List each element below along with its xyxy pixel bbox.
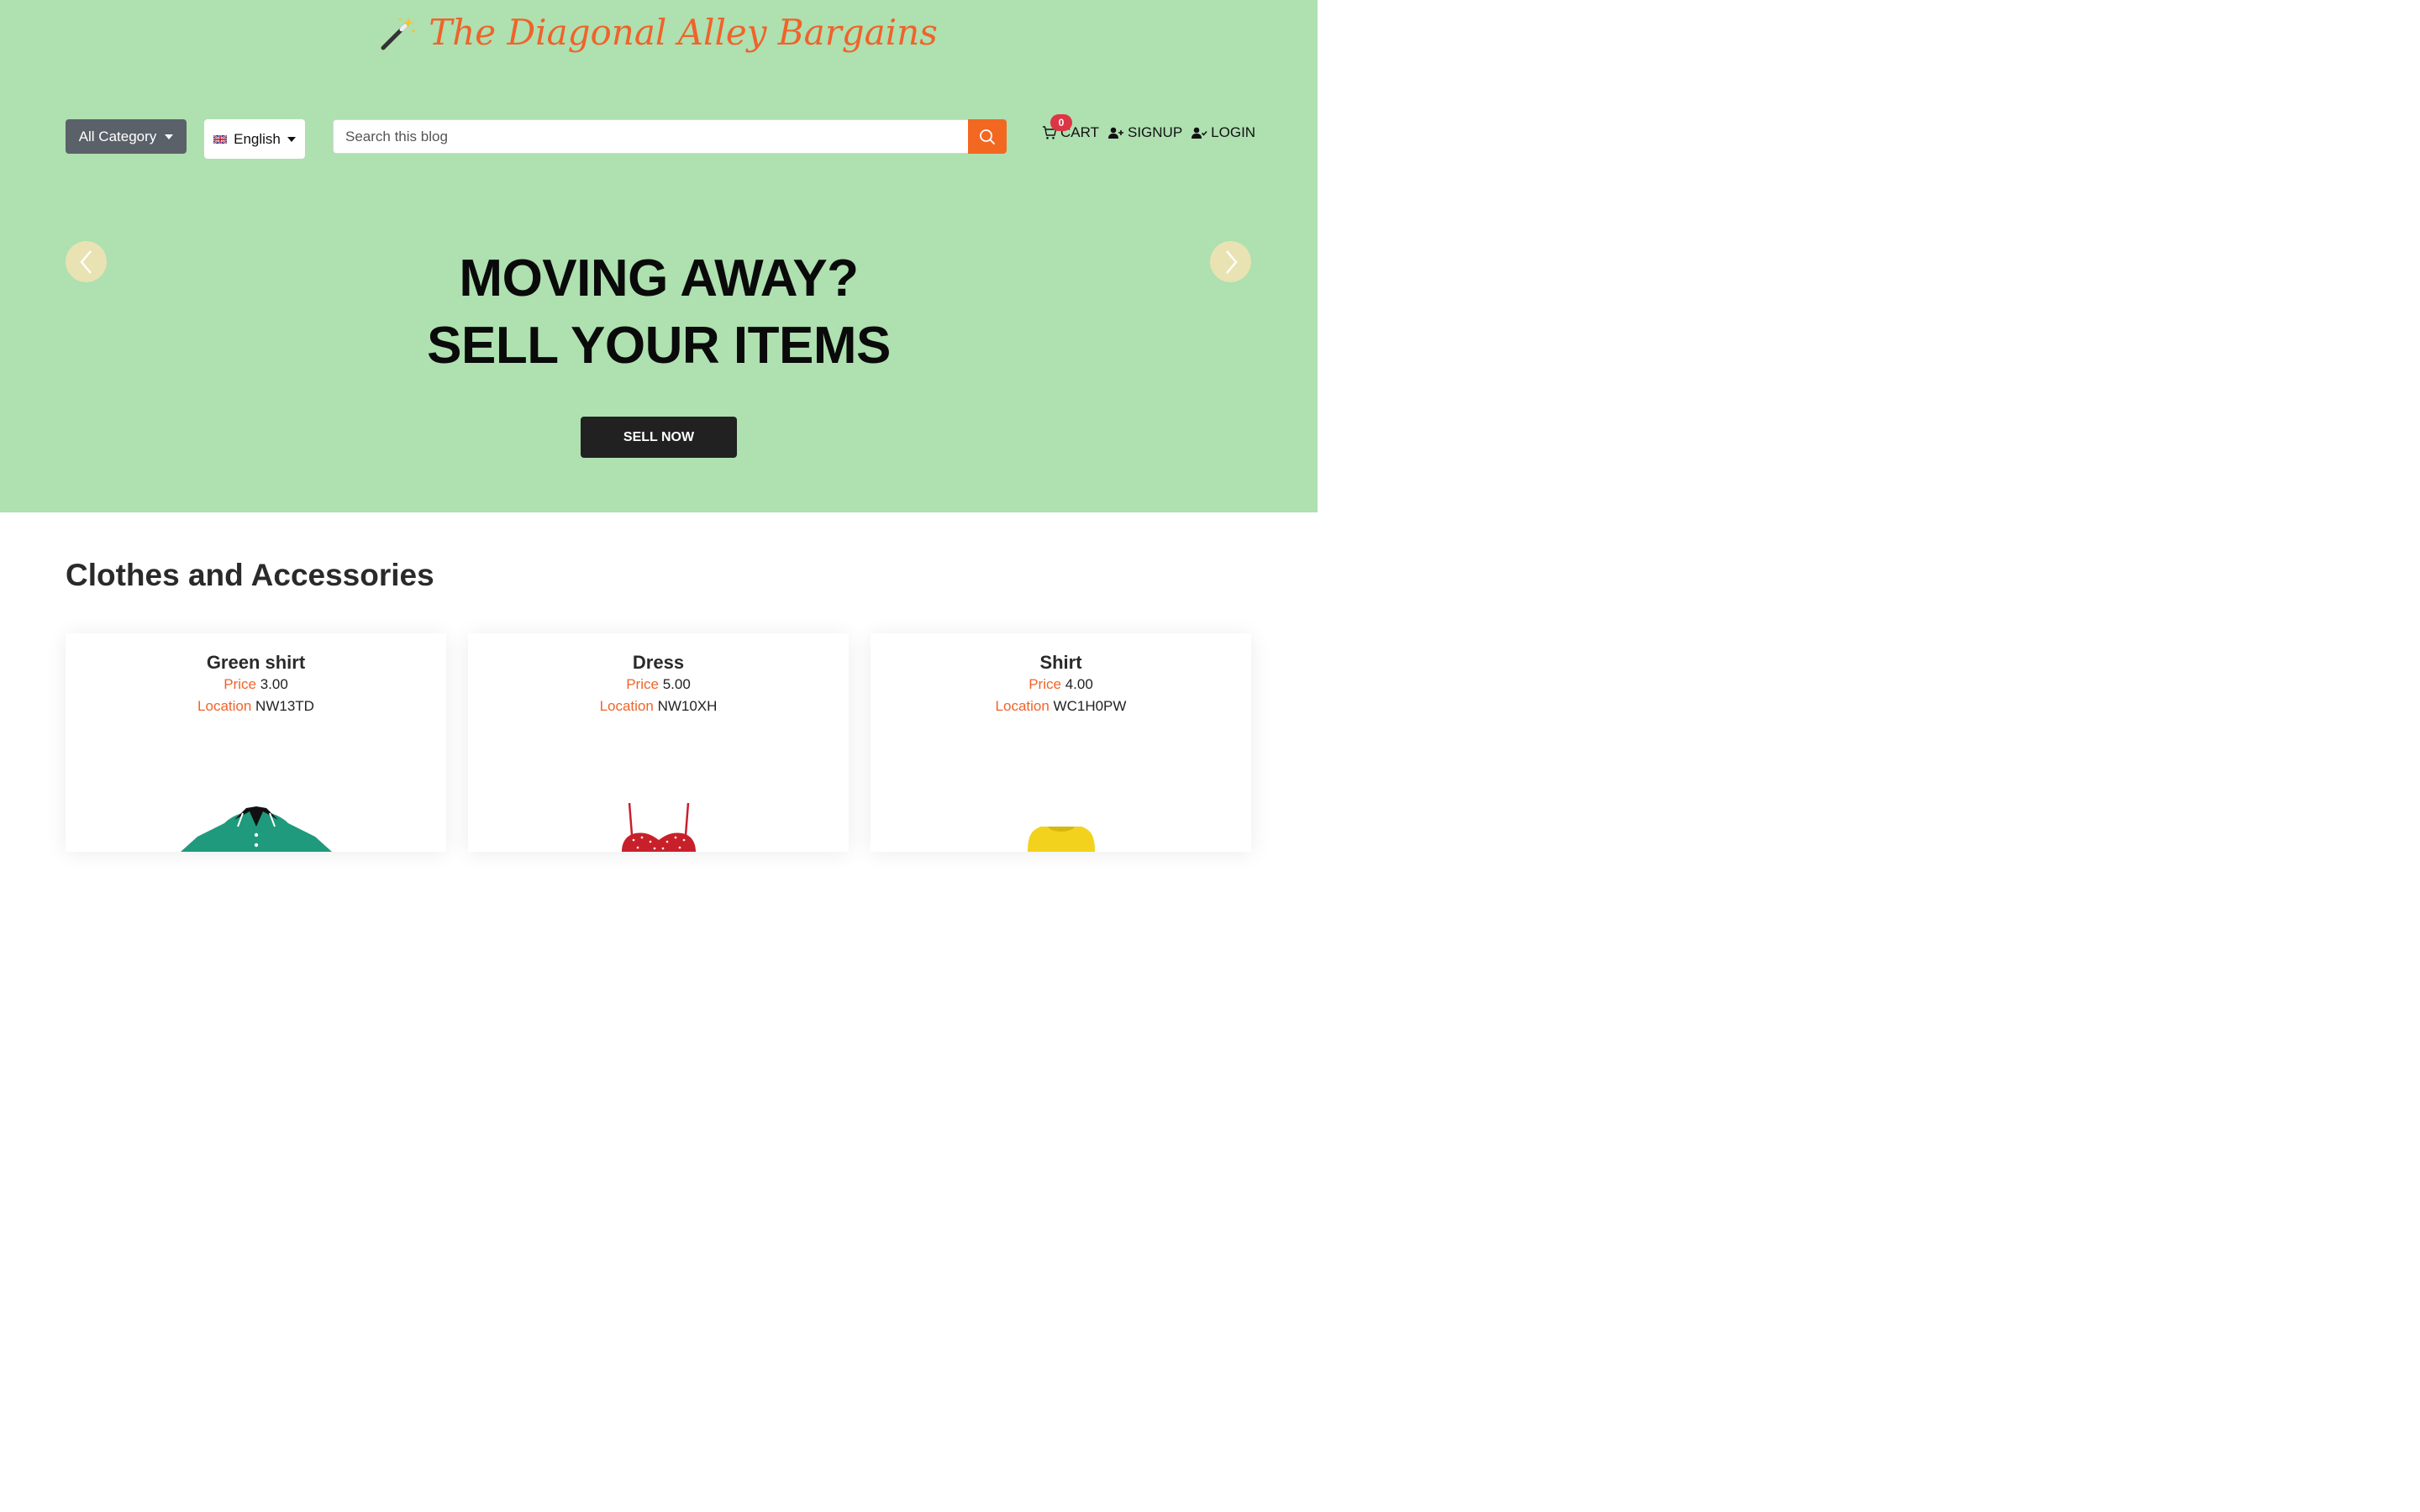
product-card[interactable]: Dress Price 5.00 Location NW10XH (468, 633, 849, 852)
product-image (180, 806, 332, 852)
user-check-icon (1192, 127, 1207, 139)
all-category-dropdown[interactable]: All Category (66, 119, 187, 154)
user-nav: 0 CART SIGNUP LOGIN (1042, 114, 1255, 141)
search-button[interactable] (968, 119, 1007, 154)
location-value: NW10XH (657, 698, 718, 714)
language-dropdown[interactable]: English (204, 119, 305, 159)
product-list: Green shirt Price 3.00 Location NW13TD D… (66, 633, 1252, 852)
search-bar (333, 119, 1007, 154)
language-label: English (234, 130, 281, 147)
caret-down-icon (165, 134, 174, 139)
product-location: Location NW13TD (66, 696, 446, 717)
price-value: 3.00 (260, 676, 288, 692)
hero-line-2: SELL YOUR ITEMS (427, 317, 891, 375)
location-label: Location (197, 698, 252, 714)
product-name: Dress (632, 652, 685, 673)
price-value: 4.00 (1065, 676, 1093, 692)
price-label: Price (1028, 676, 1061, 692)
sell-now-button[interactable]: SELL NOW (581, 417, 737, 458)
cart-link[interactable]: 0 CART (1042, 114, 1099, 141)
location-label: Location (599, 698, 654, 714)
search-icon (980, 129, 995, 144)
product-image (1027, 827, 1095, 852)
product-name: Shirt (1039, 652, 1082, 673)
product-name: Green shirt (206, 652, 306, 673)
signup-label: SIGNUP (1127, 124, 1183, 140)
signup-link[interactable]: SIGNUP (1107, 124, 1182, 141)
hero-line-1: MOVING AWAY? (459, 249, 859, 307)
login-label: LOGIN (1211, 124, 1256, 140)
product-price: Price 3.00 (66, 674, 446, 696)
uk-flag-icon (213, 134, 228, 144)
hero-banner: The Diagonal Alley Bargains All Category… (0, 0, 1318, 512)
price-label: Price (626, 676, 659, 692)
caret-down-icon (287, 136, 296, 142)
login-link[interactable]: LOGIN (1191, 124, 1255, 141)
location-value: NW13TD (255, 698, 314, 714)
price-label: Price (224, 676, 256, 692)
user-plus-icon (1107, 127, 1123, 139)
product-image (621, 802, 696, 852)
cart-count-badge: 0 (1050, 114, 1072, 131)
price-value: 5.00 (662, 676, 691, 692)
product-card[interactable]: Green shirt Price 3.00 Location NW13TD (66, 633, 446, 852)
hero-heading: MOVING AWAY? SELL YOUR ITEMS (0, 245, 1318, 380)
site-logo[interactable]: The Diagonal Alley Bargains (0, 12, 1318, 55)
location-label: Location (995, 698, 1050, 714)
magic-wand-icon (381, 17, 415, 50)
location-value: WC1H0PW (1053, 698, 1127, 714)
section-title: Clothes and Accessories (66, 558, 434, 592)
product-location: Location NW10XH (468, 696, 849, 717)
search-input[interactable] (333, 119, 968, 154)
product-price: Price 5.00 (468, 674, 849, 696)
category-label: All Category (78, 128, 157, 144)
product-location: Location WC1H0PW (871, 696, 1251, 717)
product-card[interactable]: Shirt Price 4.00 Location WC1H0PW (871, 633, 1251, 852)
site-title: The Diagonal Alley Bargains (429, 12, 938, 53)
product-price: Price 4.00 (871, 674, 1251, 696)
